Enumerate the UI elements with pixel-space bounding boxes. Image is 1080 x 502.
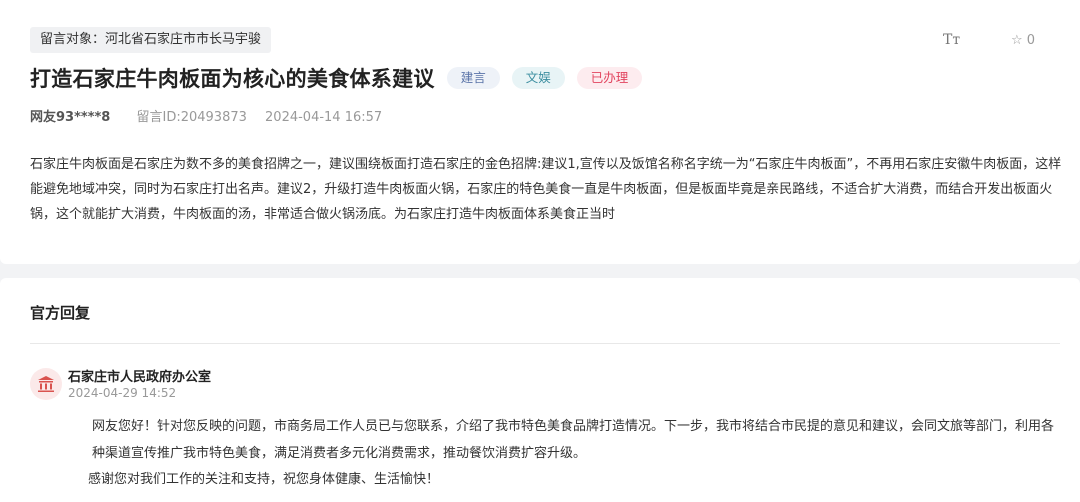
reply-content: 网友您好！针对您反映的问题，市商务局工作人员已与您联系，介绍了我市特色美食品牌打… — [68, 414, 1062, 494]
message-id: 留言ID:20493873 — [136, 110, 247, 125]
message-card: 留言对象：河北省石家庄市市长马宇骏 Tт ☆ 0 打造石家庄牛肉板面为核心的美食… — [0, 0, 1080, 264]
reply-paragraph: 网友您好！针对您反映的问题，市商务局工作人员已与您联系，介绍了我市特色美食品牌打… — [92, 419, 1055, 461]
reply-time: 2024-04-29 14:52 — [68, 386, 177, 400]
department-name: 石家庄市人民政府办公室 — [68, 370, 212, 385]
tag-status: 已办理 — [576, 67, 643, 89]
title-row: 打造石家庄牛肉板面为核心的美食体系建议 建言 文娱 已办理 — [30, 62, 643, 94]
message-target: 留言对象：河北省石家庄市市长马宇骏 — [30, 27, 272, 53]
reply-paragraph: 感谢您对我们工作的关注和支持，祝您身体健康、生活愉快！ — [88, 472, 440, 487]
page-title: 打造石家庄牛肉板面为核心的美食体系建议 — [30, 67, 435, 91]
reply-section-title: 官方回复 — [30, 304, 91, 322]
tag-suggestion: 建言 — [446, 67, 500, 89]
divider — [30, 343, 1060, 344]
message-meta: 网友93****8 留言ID:20493873 2024-04-14 16:57 — [30, 106, 382, 125]
message-content: 石家庄牛肉板面是石家庄为数不多的美食招牌之一，建议围绕板面打造石家庄的金色招牌:… — [30, 157, 1062, 222]
user-name: 网友93****8 — [30, 110, 111, 125]
favorite-count: 0 — [1026, 33, 1036, 48]
star-icon: ☆ — [1011, 33, 1023, 48]
font-size-icon[interactable]: Tт — [943, 32, 960, 48]
tag-culture: 文娱 — [511, 67, 565, 89]
favorite-button[interactable]: ☆ 0 — [1011, 33, 1035, 48]
message-time: 2024-04-14 16:57 — [265, 110, 383, 125]
government-building-icon — [30, 368, 62, 400]
